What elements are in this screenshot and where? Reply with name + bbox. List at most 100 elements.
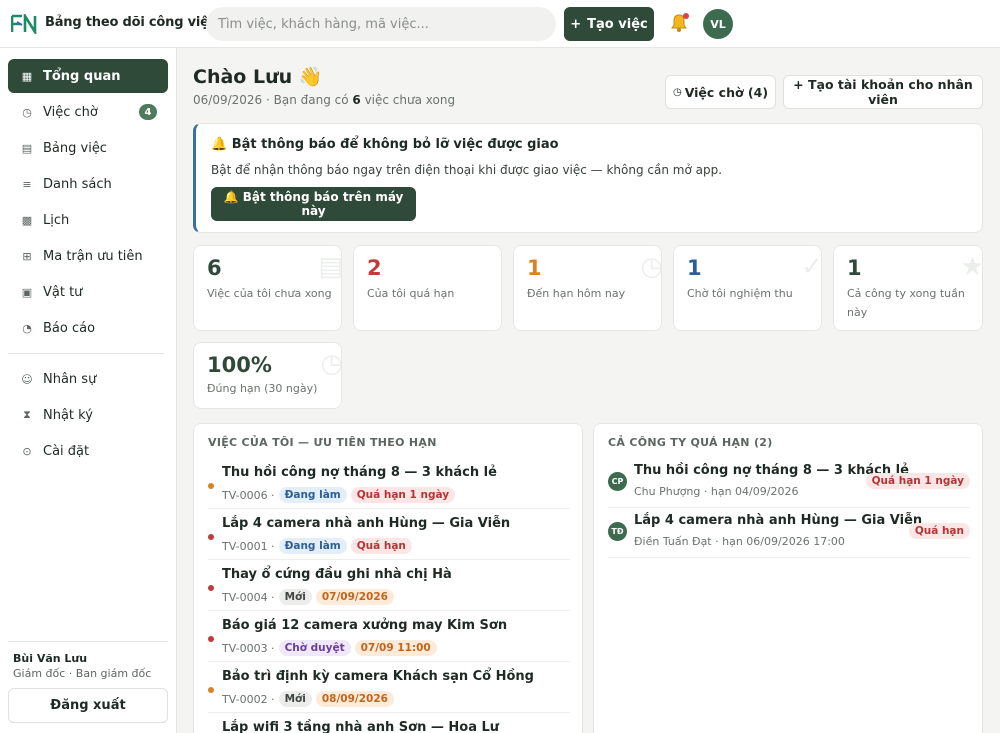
sidebar-item-label: Danh sách <box>43 176 112 192</box>
sidebar-item-calendar[interactable]: ▩ Lịch <box>8 203 168 237</box>
assignee-avatar: CP <box>608 472 627 491</box>
sidebar: ▦ Tổng quan ◷ Việc chờ 4 ▤ Bảng việc ≡ D… <box>0 48 177 733</box>
sidebar-item-log[interactable]: ⧗ Nhật ký <box>8 398 168 432</box>
user-name: Bùi Văn Lưu <box>13 652 88 665</box>
gear-icon: ⊙ <box>22 444 32 458</box>
user-divider <box>8 641 168 642</box>
sidebar-item-overview[interactable]: ▦ Tổng quan <box>8 59 168 93</box>
pending-tasks-label: Việc chờ (4) <box>684 84 769 100</box>
app-logo-icon[interactable] <box>11 14 37 34</box>
enable-notifications-button[interactable]: 🔔 Bật thông báo trên máy này <box>211 187 416 221</box>
sidebar-item-pending[interactable]: ◷ Việc chờ 4 <box>8 95 168 129</box>
overdue-task-item[interactable]: TĐ Lắp 4 camera nhà anh Hùng — Gia Viễn … <box>608 507 970 557</box>
calendar-icon: ▩ <box>21 213 33 227</box>
stat-value: 6 <box>207 256 222 280</box>
stat-card-my-open[interactable]: ▤ 6 Việc của tôi chưa xong <box>193 245 342 331</box>
task-meta: Chu Phượng · hạn 04/09/2026 <box>634 485 799 498</box>
task-code: TV-0004 · <box>222 590 275 604</box>
task-item[interactable]: Lắp wifi 3 tầng nhà anh Sơn — Hoa Lư <box>208 712 570 733</box>
sidebar-item-priority-matrix[interactable]: ⊞ Ma trận ưu tiên <box>8 239 168 273</box>
dashboard-icon: ▦ <box>21 69 33 83</box>
panel-title: VIỆC CỦA TÔI — ƯU TIÊN THEO HẠN <box>208 436 437 449</box>
new-task-button[interactable]: + Tạo việc <box>564 7 654 41</box>
pending-tasks-button[interactable]: ◷ Việc chờ (4) <box>665 75 776 109</box>
clock-icon: ◷ <box>672 86 682 98</box>
due-badge: 07/09/2026 <box>315 589 394 605</box>
task-code: TV-0002 · <box>222 692 275 706</box>
sidebar-item-label: Nhật ký <box>43 407 93 423</box>
sidebar-item-label: Tổng quan <box>43 68 121 84</box>
clock-icon: ◷ <box>320 349 342 379</box>
search-input[interactable] <box>206 7 556 41</box>
task-meta: TV-0002 · Mới 08/09/2026 <box>222 691 394 707</box>
task-meta: Điền Tuấn Đạt · hạn 06/09/2026 17:00 <box>634 535 845 548</box>
due-badge: Quá hạn <box>908 523 970 539</box>
priority-dot <box>208 585 214 591</box>
sidebar-item-settings[interactable]: ⊙ Cài đặt <box>8 434 168 468</box>
task-title: Thu hồi công nợ tháng 8 — 3 khách lẻ <box>222 465 497 480</box>
status-badge: Đang làm <box>278 538 347 554</box>
date-text: 06/09/2026 · Bạn đang có <box>193 93 349 107</box>
notice-title: 🔔 Bật thông báo để không bỏ lỡ việc được… <box>211 137 559 152</box>
stat-card-on-time[interactable]: ◷ 100% Đúng hạn (30 ngày) <box>193 342 342 409</box>
company-overdue-panel: CẢ CÔNG TY QUÁ HẠN (2) CP Thu hồi công n… <box>593 423 983 733</box>
task-meta: TV-0001 · Đang làm Quá hạn <box>222 538 412 554</box>
task-item[interactable]: Thay ổ cứng đầu ghi nhà chị Hà TV-0004 ·… <box>208 559 570 610</box>
box-icon: ▣ <box>21 285 33 299</box>
row-divider <box>608 557 970 558</box>
task-item[interactable]: Bảo trì định kỳ camera Khách sạn Cổ Hồng… <box>208 661 570 712</box>
task-code: TV-0006 · <box>222 488 275 502</box>
notification-banner: 🔔 Bật thông báo để không bỏ lỡ việc được… <box>193 123 983 233</box>
sidebar-item-label: Báo cáo <box>43 320 96 336</box>
stat-card-due-today[interactable]: ◷ 1 Đến hạn hôm nay <box>513 245 662 331</box>
stat-value: 100% <box>207 353 272 377</box>
task-title: Lắp 4 camera nhà anh Hùng — Gia Viễn <box>634 513 923 528</box>
task-meta: TV-0006 · Đang làm Quá hạn 1 ngày <box>222 487 456 503</box>
sidebar-item-materials[interactable]: ▣ Vật tư <box>8 275 168 309</box>
sidebar-item-board[interactable]: ▤ Bảng việc <box>8 131 168 165</box>
user-role: Giám đốc · Ban giám đốc <box>13 667 152 680</box>
overdue-task-item[interactable]: CP Thu hồi công nợ tháng 8 — 3 khách lẻ … <box>608 457 970 507</box>
sidebar-item-label: Bảng việc <box>43 140 107 156</box>
sidebar-divider <box>8 353 164 354</box>
create-account-button[interactable]: + Tạo tài khoản cho nhân viên <box>783 75 983 109</box>
task-item[interactable]: Thu hồi công nợ tháng 8 — 3 khách lẻ TV-… <box>208 457 570 508</box>
stat-card-awaiting-approval[interactable]: ✓ 1 Chờ tôi nghiệm thu <box>673 245 822 331</box>
task-title: Bảo trì định kỳ camera Khách sạn Cổ Hồng <box>222 669 534 684</box>
board-icon: ▤ <box>21 141 33 155</box>
priority-dot <box>208 534 214 540</box>
stat-label: Cả công ty xong tuần này <box>847 287 965 319</box>
sidebar-item-label: Việc chờ <box>43 104 98 120</box>
task-title: Lắp 4 camera nhà anh Hùng — Gia Viễn <box>222 516 511 531</box>
person-icon: ☺ <box>21 372 33 386</box>
top-bar: Bảng theo dõi công việc + Tạo việc VL <box>0 0 1000 48</box>
sidebar-item-label: Cài đặt <box>43 443 90 459</box>
list-icon: ▤ <box>318 252 342 282</box>
clock-icon: ◷ <box>640 252 662 282</box>
stat-value: 1 <box>847 256 862 280</box>
sidebar-item-reports[interactable]: ◔ Báo cáo <box>8 311 168 345</box>
stat-card-company-done-week[interactable]: ★ 1 Cả công ty xong tuần này <box>833 245 983 331</box>
stat-label: Đúng hạn (30 ngày) <box>207 382 318 395</box>
user-avatar[interactable]: VL <box>703 9 733 39</box>
status-badge: Chờ duyệt <box>278 640 351 656</box>
page-title: Chào Lưu 👋 <box>193 65 322 88</box>
stat-card-my-overdue[interactable]: 2 Của tôi quá hạn <box>353 245 502 331</box>
sidebar-item-list[interactable]: ≡ Danh sách <box>8 167 168 201</box>
star-icon: ★ <box>960 252 983 282</box>
grid-icon: ⊞ <box>22 249 32 263</box>
task-title: Thay ổ cứng đầu ghi nhà chị Hà <box>222 567 452 582</box>
task-item[interactable]: Báo giá 12 camera xưởng may Kim Sơn TV-0… <box>208 610 570 661</box>
sidebar-item-label: Nhân sự <box>43 371 97 387</box>
due-badge: Quá hạn 1 ngày <box>865 473 970 489</box>
task-code: TV-0003 · <box>222 641 275 655</box>
due-badge: 07/09 11:00 <box>354 640 437 656</box>
logout-button[interactable]: Đăng xuất <box>8 688 168 723</box>
priority-dot <box>208 483 214 489</box>
stat-value: 2 <box>367 256 382 280</box>
task-meta: TV-0004 · Mới 07/09/2026 <box>222 589 394 605</box>
task-item[interactable]: Lắp 4 camera nhà anh Hùng — Gia Viễn TV-… <box>208 508 570 559</box>
due-badge: 08/09/2026 <box>315 691 394 707</box>
new-task-label: Tạo việc <box>587 16 648 32</box>
sidebar-item-staff[interactable]: ☺ Nhân sự <box>8 362 168 396</box>
